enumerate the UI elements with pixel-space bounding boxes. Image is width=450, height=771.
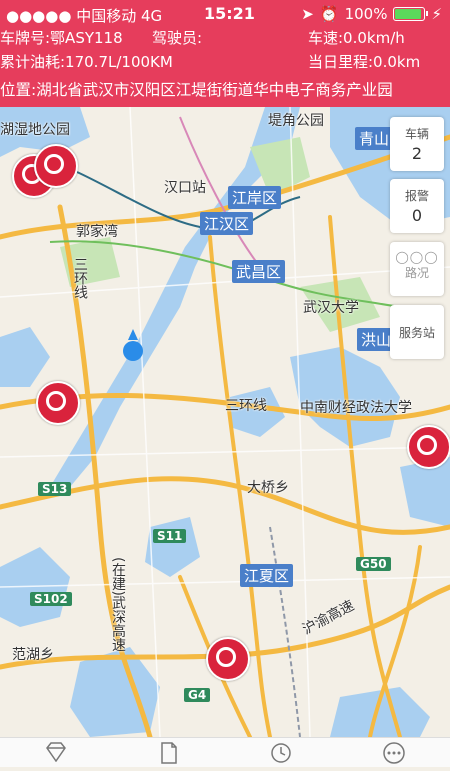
service-station-label: 服务站 — [398, 326, 435, 340]
document-icon — [161, 742, 177, 764]
map-view[interactable]: 青山 江岸区 江汉区 武昌区 洪山 江夏区 湖湿地公园 堤角公园 汉口站 郭家湾… — [0, 107, 450, 737]
place-label: 郭家湾 — [76, 224, 118, 240]
location-address: 位置:湖北省武汉市汉阳区江堤街街道华中电子商务产业园 — [0, 81, 393, 99]
tab-more[interactable] — [374, 738, 414, 771]
driver-name: 驾驶员: — [152, 29, 203, 47]
alarm-icon: ⏰ — [319, 5, 339, 23]
place-label: 大桥乡 — [247, 480, 289, 496]
tab-bar — [0, 737, 450, 767]
district-label: 江汉区 — [200, 212, 254, 235]
vehicle-marker[interactable] — [206, 637, 250, 681]
alarm-panel[interactable]: 报警 0 — [390, 179, 444, 233]
vehicle-marker[interactable] — [34, 144, 78, 188]
diamond-icon — [46, 742, 67, 762]
fuel-consumption: 累计油耗:170.7L/100KM — [0, 53, 173, 71]
vehicles-label: 车辆 — [404, 127, 429, 141]
plate-number: 车牌号:鄂ASY118 — [0, 29, 123, 47]
status-right: ➤ ⏰ 100% ⚡ — [301, 5, 442, 23]
vehicle-marker[interactable] — [36, 381, 80, 425]
place-label: 湖湿地公园 — [0, 122, 70, 138]
header: ●●●●● 中国移动 4G 15:21 ➤ ⏰ 100% ⚡ 车牌号:鄂ASY1… — [0, 0, 450, 107]
charging-icon: ⚡ — [431, 5, 442, 23]
location-arrow-icon: ➤ — [301, 5, 314, 23]
clock: 15:21 — [204, 4, 255, 23]
district-label: 青山 — [355, 127, 394, 150]
road-label: S13 — [38, 482, 72, 496]
road-label: G50 — [356, 557, 391, 571]
traffic-icon: ◯◯◯ — [395, 250, 439, 264]
clock-icon — [271, 743, 291, 763]
status-bar: ●●●●● 中国移动 4G 15:21 ➤ ⏰ 100% ⚡ — [0, 4, 450, 26]
vehicles-count: 2 — [411, 144, 423, 163]
place-label: 堤角公园 — [268, 113, 324, 129]
vehicle-marker[interactable] — [407, 425, 450, 469]
place-label: 三环线 — [225, 398, 267, 414]
daily-mileage: 当日里程:0.0km — [308, 53, 421, 71]
place-label: 汉口站 — [164, 180, 206, 196]
district-label: 武昌区 — [232, 260, 286, 283]
district-label: 江夏区 — [240, 564, 294, 587]
road-label: S102 — [30, 592, 72, 606]
speed-value: 车速:0.0km/h — [308, 29, 405, 47]
district-label: 江岸区 — [228, 186, 282, 209]
battery-percent: 100% — [344, 5, 388, 23]
place-label: 武汉大学 — [303, 300, 359, 316]
battery-icon — [393, 7, 429, 21]
place-label: (在建)武深高速 — [110, 557, 126, 652]
place-label: 中南财经政法大学 — [300, 400, 412, 416]
traffic-label: 路况 — [404, 266, 429, 280]
road-label: S11 — [153, 529, 187, 543]
more-icon — [383, 742, 405, 764]
alarm-label: 报警 — [404, 189, 429, 203]
carrier-label: ●●●●● 中国移动 4G — [6, 7, 163, 25]
place-label: 范湖乡 — [12, 647, 54, 663]
alarm-count: 0 — [411, 206, 423, 225]
traffic-toggle[interactable]: ◯◯◯ 路况 — [390, 242, 444, 296]
road-label: G4 — [184, 688, 211, 702]
tab-document[interactable] — [149, 738, 189, 771]
service-station-button[interactable]: 服务站 — [390, 305, 444, 359]
tab-history[interactable] — [261, 738, 301, 771]
tab-diamond[interactable] — [36, 738, 76, 771]
place-label: 三环线 — [72, 257, 88, 299]
vehicles-panel[interactable]: 车辆 2 — [390, 117, 444, 171]
